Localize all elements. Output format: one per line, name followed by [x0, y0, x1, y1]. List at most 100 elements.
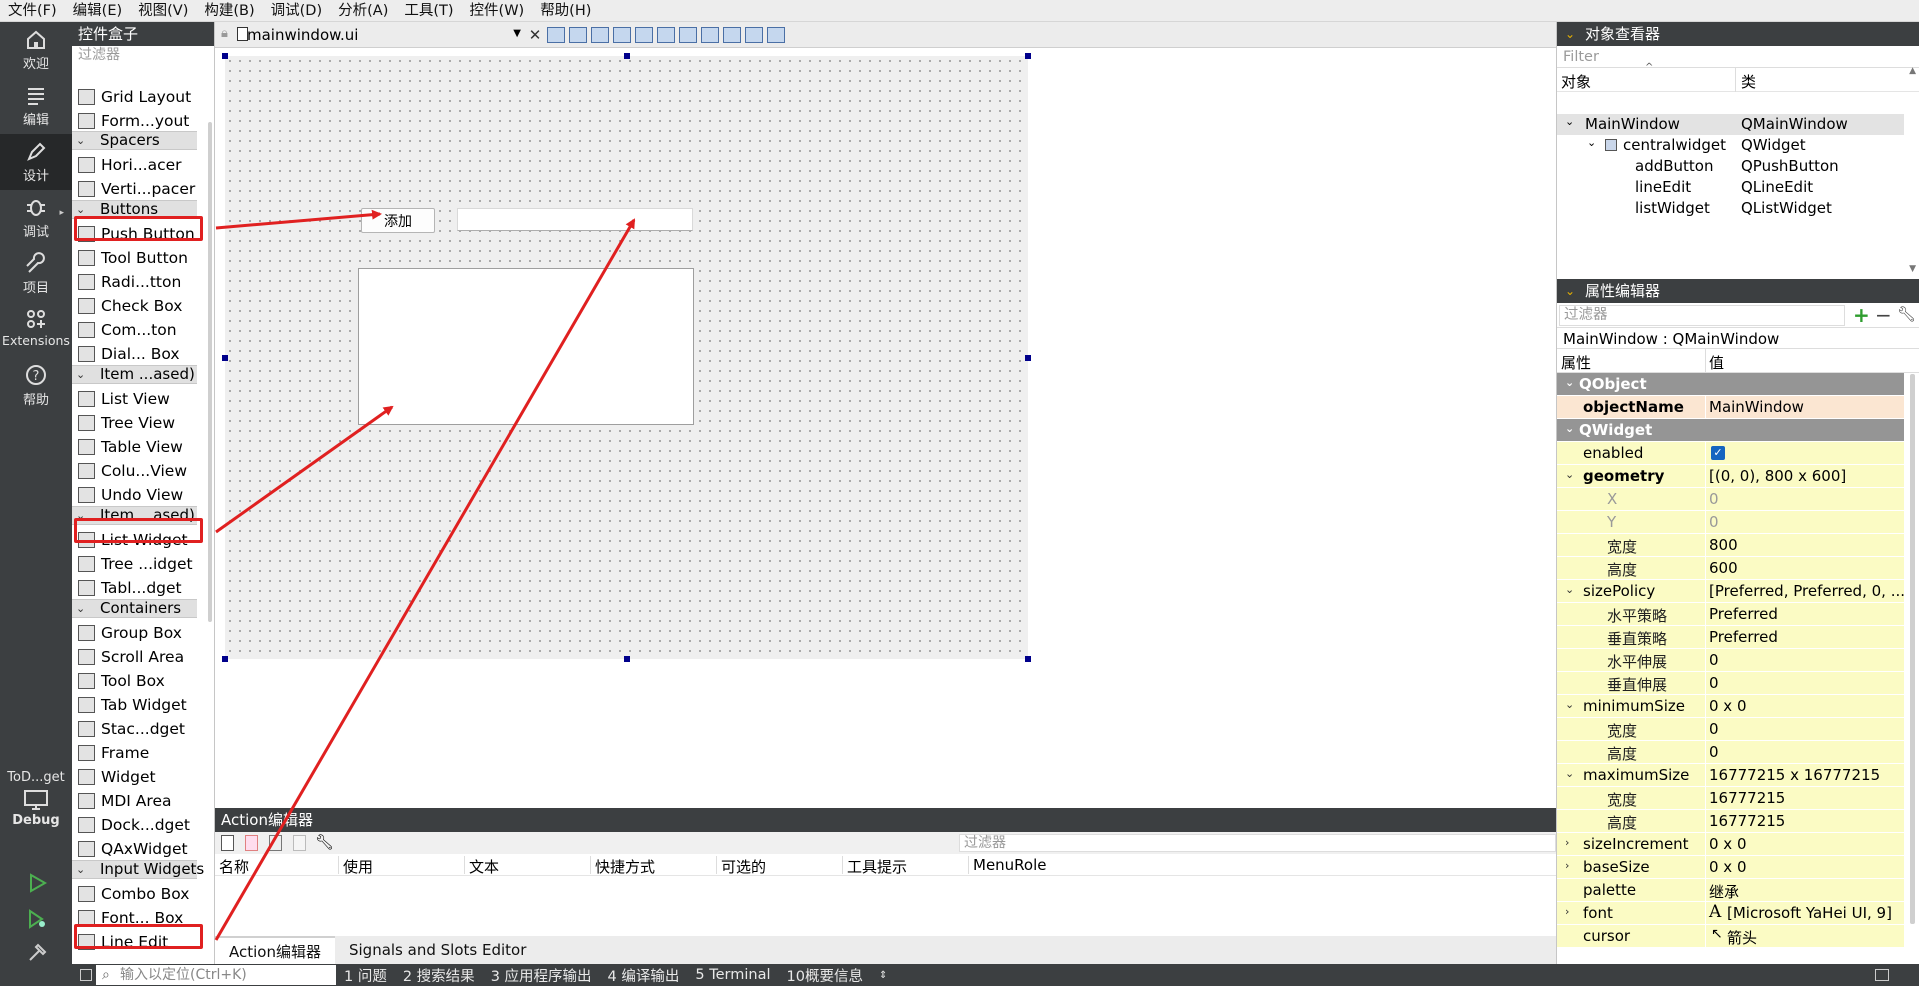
configure-icon[interactable]: 🔧︎ [1897, 305, 1916, 323]
property-row[interactable]: 宽度 800 [1557, 534, 1904, 557]
mode-debug[interactable]: 调试 ▸ [0, 190, 72, 246]
chevron-down-icon[interactable]: ⌄ [1565, 279, 1575, 303]
resize-handle[interactable] [1025, 53, 1031, 59]
property-value[interactable]: Preferred [1709, 605, 1778, 623]
property-value[interactable]: 0 [1709, 513, 1719, 531]
adjust-size-icon[interactable] [767, 26, 785, 43]
column-header[interactable]: 属性 [1561, 352, 1591, 373]
mode-design[interactable]: 设计 [0, 134, 72, 190]
chevron-down-icon[interactable]: ⌄ [1587, 136, 1596, 149]
delete-action-icon[interactable] [293, 835, 306, 851]
widget-item[interactable]: Colu...View [78, 460, 187, 482]
mode-welcome[interactable]: 欢迎 [0, 22, 72, 78]
property-value[interactable]: [Microsoft YaHei UI, 9] [1727, 904, 1892, 922]
property-row[interactable]: 水平伸展 0 [1557, 649, 1904, 672]
resize-handle[interactable] [624, 53, 630, 59]
widget-item[interactable]: Combo Box [78, 883, 189, 905]
property-value[interactable]: [(0, 0), 800 x 600] [1709, 467, 1846, 485]
property-value[interactable]: 16777215 [1709, 789, 1785, 807]
property-value[interactable]: 0 x 0 [1709, 858, 1747, 876]
property-value[interactable]: 0 [1709, 720, 1719, 738]
resize-handle[interactable] [222, 656, 228, 662]
widget-item[interactable]: Stac...dget [78, 718, 185, 740]
chevron-down-icon[interactable]: ⌄ [1565, 767, 1574, 780]
resize-handle[interactable] [624, 656, 630, 662]
property-row[interactable]: › font A [Microsoft YaHei UI, 9] [1557, 902, 1904, 925]
property-row[interactable]: › baseSize 0 x 0 [1557, 856, 1904, 879]
widget-item[interactable]: Tree View [78, 412, 175, 434]
menu-widgets[interactable]: 控件(W) [462, 0, 533, 22]
widget-category[interactable]: ⌄ Item ...ased) [72, 365, 197, 384]
tree-row-centralwidget[interactable]: ⌄ centralwidget QWidget [1557, 135, 1904, 156]
property-value[interactable]: [Preferred, Preferred, 0, ... [1709, 582, 1905, 600]
property-row[interactable]: cursor ↖ 箭头 [1557, 925, 1904, 948]
widget-item[interactable]: Group Box [78, 622, 182, 644]
widget-category[interactable]: ⌄ Spacers [72, 131, 197, 150]
widget-item[interactable]: Widget [78, 766, 156, 788]
new-action-icon[interactable] [221, 835, 234, 851]
tab-action-editor[interactable]: Action编辑器 [215, 936, 335, 964]
property-value[interactable]: 0 [1709, 674, 1719, 692]
widget-item[interactable]: Scroll Area [78, 646, 184, 668]
widget-item[interactable]: Frame [78, 742, 149, 764]
paste-action-icon[interactable] [269, 835, 282, 851]
widget-item[interactable]: Check Box [78, 295, 182, 317]
property-row[interactable]: › sizeIncrement 0 x 0 [1557, 833, 1904, 856]
toggle-right-sidebar-icon[interactable] [1875, 969, 1889, 981]
scroll-up-icon[interactable]: ▲ [1909, 66, 1916, 76]
property-row[interactable]: palette 继承 [1557, 879, 1904, 902]
list-widget[interactable] [358, 268, 694, 425]
chevron-right-icon[interactable]: › [1565, 836, 1569, 849]
widget-item[interactable]: Tabl...dget [78, 577, 182, 599]
widget-item[interactable]: Dial... Box [78, 343, 180, 365]
property-value[interactable]: 16777215 [1709, 812, 1785, 830]
tree-row-mainwindow[interactable]: ⌄ MainWindow QMainWindow [1557, 114, 1904, 135]
layout-splitter-h-icon[interactable] [679, 26, 697, 43]
menu-tools[interactable]: 工具(T) [396, 0, 461, 22]
chevron-right-icon[interactable]: › [1565, 859, 1569, 872]
column-header[interactable]: 快捷方式 [591, 856, 717, 876]
chevron-right-icon[interactable]: › [1565, 905, 1569, 918]
property-row[interactable]: Y0 [1557, 511, 1904, 534]
resize-handle[interactable] [1025, 355, 1031, 361]
widget-item[interactable]: QAxWidget [78, 838, 188, 860]
widget-box-scrollbar[interactable] [208, 122, 212, 622]
tree-row-addbutton[interactable]: addButton QPushButton [1557, 156, 1904, 177]
widget-box-filter[interactable]: 过滤器 [72, 46, 214, 64]
add-property-icon[interactable]: + [1853, 303, 1870, 327]
pane-issues[interactable]: 1 问题 [336, 965, 395, 986]
tree-row-lineedit[interactable]: lineEdit QLineEdit [1557, 177, 1904, 198]
property-row[interactable]: ⌄ sizePolicy [Preferred, Preferred, 0, ... [1557, 580, 1905, 603]
resize-handle[interactable] [1025, 656, 1031, 662]
chevron-down-icon[interactable]: ⌄ [1565, 22, 1575, 46]
property-row[interactable]: objectName MainWindow [1557, 396, 1904, 419]
column-header[interactable]: 文本 [465, 856, 591, 876]
line-edit[interactable] [457, 208, 693, 231]
column-header[interactable]: MenuRole [969, 856, 1109, 874]
menu-edit[interactable]: 编辑(E) [65, 0, 130, 22]
kit-selector[interactable]: ToD...get Debug [0, 770, 72, 828]
pane-search-results[interactable]: 2 搜索结果 [395, 965, 483, 986]
widget-item[interactable]: List View [78, 388, 170, 410]
property-row[interactable]: 宽度 0 [1557, 718, 1904, 741]
widget-item[interactable]: Undo View [78, 484, 183, 506]
object-filter-input[interactable]: Filter [1557, 46, 1919, 68]
property-value[interactable]: Preferred [1709, 628, 1778, 646]
widget-item[interactable]: MDI Area [78, 790, 171, 812]
chevron-down-icon[interactable]: ⌄ [1565, 115, 1574, 128]
mode-help[interactable]: ? 帮助 [0, 358, 72, 414]
layout-splitter-v-icon[interactable] [701, 26, 719, 43]
property-row[interactable]: 垂直伸展 0 [1557, 672, 1904, 695]
pane-compile-output[interactable]: 4 编译输出 [600, 965, 688, 986]
action-filter-input[interactable]: 过滤器 [959, 834, 1556, 852]
configure-icon[interactable]: 🔧︎ [315, 833, 334, 851]
property-row[interactable]: X0 [1557, 488, 1904, 511]
property-row[interactable]: enabled ✓ [1557, 442, 1904, 465]
layout-horizontal-icon[interactable] [635, 26, 653, 43]
debug-run-button[interactable] [22, 904, 52, 934]
widget-item[interactable]: Com...ton [78, 319, 177, 341]
run-button[interactable] [22, 868, 52, 898]
property-value[interactable]: 16777215 x 16777215 [1709, 766, 1880, 784]
property-value[interactable]: 0 [1709, 490, 1719, 508]
property-row[interactable]: ⌄ minimumSize 0 x 0 [1557, 695, 1904, 718]
